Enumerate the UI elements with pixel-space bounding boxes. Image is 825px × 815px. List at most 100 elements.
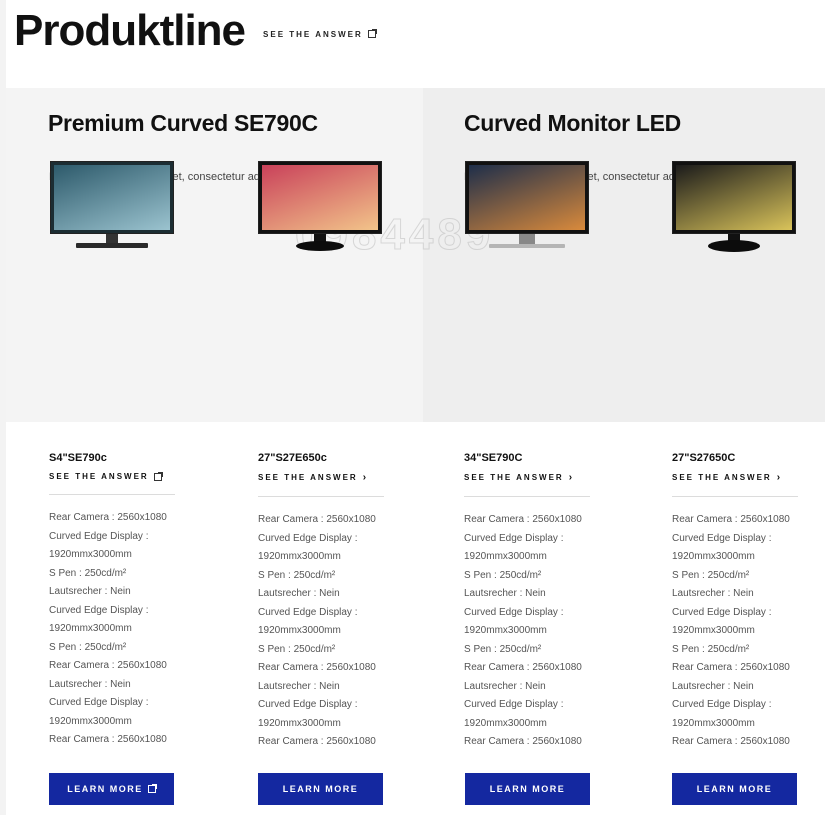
spec-item: 1920mmx3000mm (672, 625, 755, 636)
spec-item: Curved Edge Display : (49, 604, 149, 616)
monitor-screen (50, 161, 174, 234)
spec-item: Rear Camera : 2560x1080 (49, 660, 167, 671)
learn-more-label: LEARN MORE (489, 784, 566, 794)
spec-item: Lautsrecher : Nein (672, 680, 754, 692)
header: Produktline SEE THE ANSWER (14, 6, 377, 56)
spec-item: Lautsrecher : Nein (49, 678, 131, 690)
spec-item: Rear Camera : 2560x1080 (258, 514, 376, 525)
monitor-neck (519, 234, 535, 244)
spec-item: Rear Camera : 2560x1080 (672, 662, 790, 673)
chevron-right-icon: › (776, 472, 783, 483)
spec-list: Rear Camera : 2560x1080 Curved Edge Displ… (464, 511, 614, 752)
divider (464, 496, 590, 497)
learn-more-button[interactable]: LEARN MORE (49, 773, 174, 805)
learn-more-button[interactable]: LEARN MORE (465, 773, 590, 805)
spec-item: S Pen : 250cd/m² (464, 643, 542, 655)
spec-item: S Pen : 250cd/m² (49, 567, 127, 579)
spec-item: Rear Camera : 2560x1080 (49, 512, 167, 523)
spec-item: 1920mmx3000mm (258, 551, 341, 562)
product-card: S4"SE790c SEE THE ANSWER Rear Camera : 2… (49, 452, 199, 750)
spec-list: Rear Camera : 2560x1080 Curved Edge Displ… (258, 511, 408, 752)
product-name: 34"SE790C (464, 452, 523, 464)
product-see-answer-link[interactable]: SEE THE ANSWER › (464, 472, 614, 483)
spec-item: 1920mmx3000mm (49, 715, 132, 727)
spec-item: Rear Camera : 2560x1080 (258, 736, 376, 747)
product-image[interactable] (672, 161, 796, 255)
spec-item: Rear Camera : 2560x1080 (672, 514, 790, 525)
external-link-icon (147, 784, 157, 793)
spec-item: S Pen : 250cd/m² (258, 569, 336, 581)
spec-item: S Pen : 250cd/m² (672, 569, 750, 581)
spec-item: 1920mmx3000mm (672, 551, 755, 562)
product-image[interactable] (50, 161, 174, 255)
chevron-right-icon: › (362, 472, 369, 483)
product-name: 27"S27E650c (258, 452, 327, 464)
spec-item: Curved Edge Display : (672, 606, 772, 618)
spec-item: Curved Edge Display : (464, 606, 564, 618)
product-see-answer-link[interactable]: SEE THE ANSWER › (672, 472, 822, 483)
spec-item: Lautsrecher : Nein (672, 588, 754, 599)
learn-more-button[interactable]: LEARN MORE (258, 773, 383, 805)
spec-item: Curved Edge Display : (258, 532, 358, 544)
monitor-screen (465, 161, 589, 234)
monitor-base (296, 241, 344, 251)
spec-item: 1920mmx3000mm (464, 717, 547, 729)
monitor-screen-image (262, 165, 378, 230)
spec-item: Rear Camera : 2560x1080 (258, 662, 376, 673)
product-see-answer-link[interactable]: SEE THE ANSWER › (258, 472, 408, 483)
page-title: Produktline (14, 6, 246, 55)
spec-item: Lautsrecher : Nein (49, 586, 131, 597)
monitor-screen (672, 161, 796, 234)
spec-item: Curved Edge Display : (672, 532, 772, 544)
learn-more-label: LEARN MORE (696, 784, 773, 794)
product-see-answer-link[interactable]: SEE THE ANSWER (49, 471, 199, 481)
spec-item: Curved Edge Display : (464, 532, 564, 544)
learn-more-label: LEARN MORE (67, 784, 143, 794)
header-see-answer-link[interactable]: SEE THE ANSWER (263, 29, 377, 39)
product-card: 27"S27650C SEE THE ANSWER › Rear Camera … (672, 452, 822, 752)
product-card: 27"S27E650c SEE THE ANSWER › Rear Camera… (258, 452, 408, 752)
spec-item: Rear Camera : 2560x1080 (464, 736, 582, 747)
monitor-screen (258, 161, 382, 234)
divider (258, 496, 384, 497)
spec-list: Rear Camera : 2560x1080 Curved Edge Displ… (672, 511, 822, 752)
chevron-right-icon: › (568, 472, 575, 483)
product-image[interactable] (258, 161, 382, 255)
spec-item: S Pen : 250cd/m² (49, 641, 127, 653)
spec-item: 1920mmx3000mm (258, 717, 341, 729)
spec-item: Curved Edge Display : (464, 699, 564, 710)
spec-item: Rear Camera : 2560x1080 (464, 514, 582, 525)
hero-title: Premium Curved SE790C (48, 110, 318, 136)
hero-title: Curved Monitor LED (464, 110, 681, 136)
product-name: S4"SE790c (49, 452, 107, 464)
spec-item: Curved Edge Display : (258, 699, 358, 710)
product-link-label: SEE THE ANSWER (49, 472, 149, 481)
product-image[interactable] (465, 161, 589, 255)
learn-more-button[interactable]: LEARN MORE (672, 773, 797, 805)
monitor-base (76, 243, 148, 248)
learn-more-label: LEARN MORE (282, 784, 359, 794)
external-link-icon (153, 471, 163, 481)
spec-item: 1920mmx3000mm (464, 625, 547, 636)
spec-item: 1920mmx3000mm (49, 549, 132, 560)
product-link-label: SEE THE ANSWER (258, 473, 358, 482)
spec-list: Rear Camera : 2560x1080 Curved Edge Displ… (49, 509, 199, 750)
spec-item: S Pen : 250cd/m² (258, 643, 336, 655)
product-link-label: SEE THE ANSWER (464, 473, 564, 482)
monitor-base (708, 240, 760, 252)
spec-item: Curved Edge Display : (49, 530, 149, 542)
spec-item: 1920mmx3000mm (49, 623, 132, 634)
spec-item: 1920mmx3000mm (258, 625, 341, 636)
spec-item: Curved Edge Display : (49, 697, 149, 708)
divider (672, 496, 798, 497)
spec-item: Lautsrecher : Nein (464, 588, 546, 599)
external-link-icon (367, 29, 377, 38)
spec-item: Rear Camera : 2560x1080 (464, 662, 582, 673)
spec-item: Lautsrecher : Nein (464, 680, 546, 692)
spec-item: Rear Camera : 2560x1080 (672, 736, 790, 747)
monitor-base (489, 244, 565, 248)
spec-item: Curved Edge Display : (258, 606, 358, 618)
spec-item: 1920mmx3000mm (672, 717, 755, 729)
spec-item: S Pen : 250cd/m² (464, 569, 542, 581)
spec-item: S Pen : 250cd/m² (672, 643, 750, 655)
